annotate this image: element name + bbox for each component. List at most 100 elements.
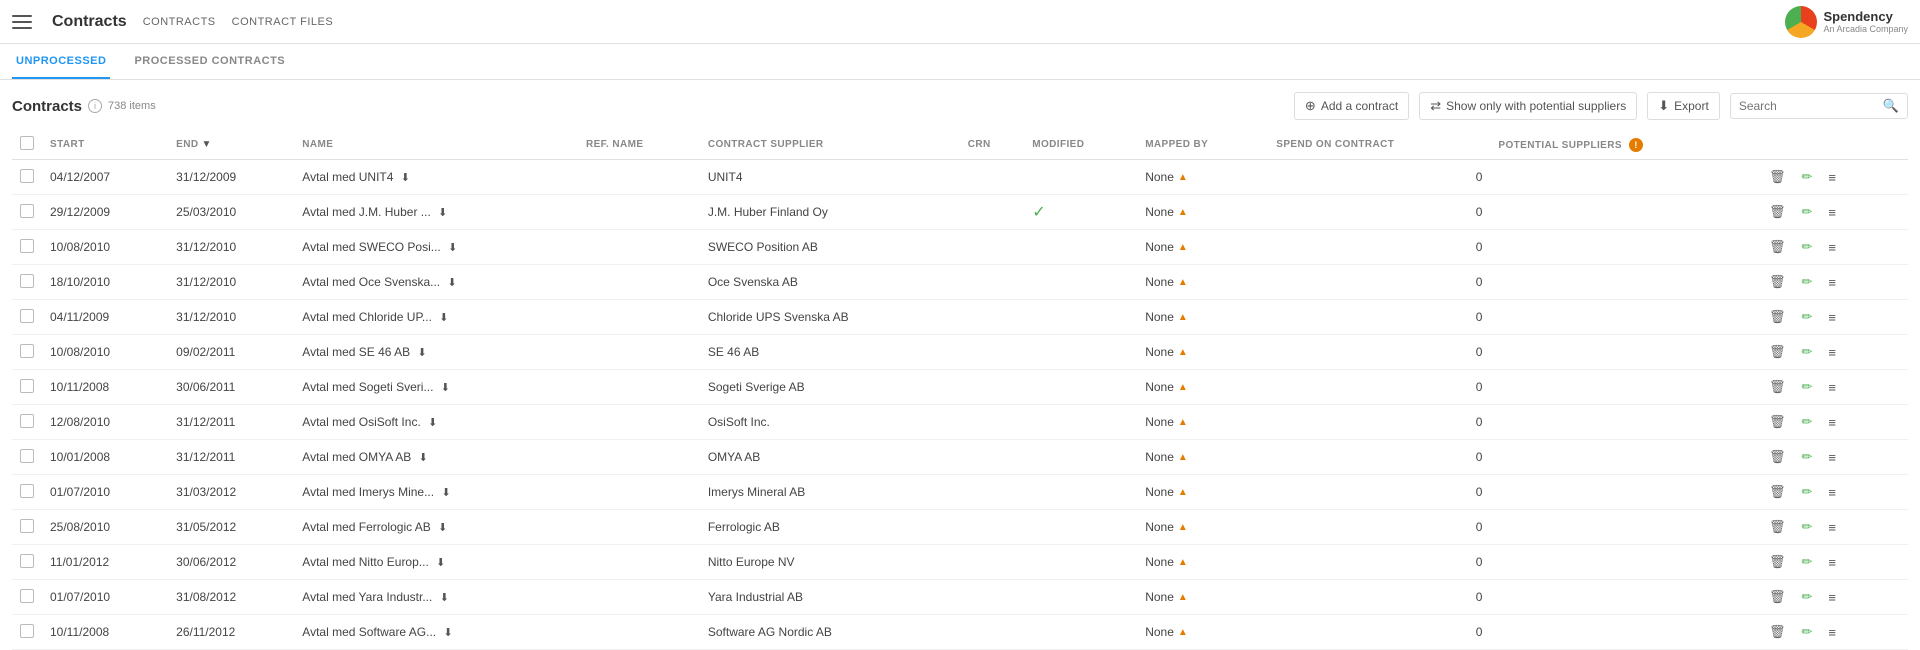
download-icon-1[interactable]: ⬇ [438,207,447,219]
potential-suppliers-info-icon[interactable]: ! [1629,138,1643,152]
row-filter-btn-9[interactable]: ≡ [1824,483,1840,502]
row-delete-btn-11[interactable]: 🗑 [1765,552,1790,572]
row-checkbox-7[interactable] [20,414,34,428]
row-edit-btn-10[interactable]: ✏ [1797,517,1816,537]
download-icon-2[interactable]: ⬇ [448,242,457,254]
row-edit-btn-5[interactable]: ✏ [1797,342,1816,362]
row-delete-btn-2[interactable]: 🗑 [1765,237,1790,257]
row-delete-btn-0[interactable]: 🗑 [1765,167,1790,187]
row-filter-btn-7[interactable]: ≡ [1824,413,1840,432]
row-delete-btn-10[interactable]: 🗑 [1765,517,1790,537]
row-crn-9 [960,475,1024,510]
select-all-checkbox[interactable] [20,136,34,150]
row-filter-btn-8[interactable]: ≡ [1824,448,1840,467]
row-edit-btn-4[interactable]: ✏ [1797,307,1816,327]
row-name-12: Avtal med Yara Industr... ⬇ [294,580,578,615]
hamburger-menu[interactable] [12,15,32,29]
row-start-1: 29/12/2009 [42,195,168,230]
download-icon-0[interactable]: ⬇ [401,172,410,184]
add-contract-button[interactable]: ⊕ Add a contract [1294,92,1409,120]
row-delete-btn-12[interactable]: 🗑 [1765,587,1790,607]
row-crn-2 [960,230,1024,265]
row-checkbox-11[interactable] [20,554,34,568]
table-row: 01/07/2010 31/08/2012 Avtal med Yara Ind… [12,580,1908,615]
row-potential-8 [1490,440,1757,475]
row-edit-btn-13[interactable]: ✏ [1797,622,1816,642]
row-mapped-8: None ▲ [1137,440,1268,475]
nav-contracts[interactable]: CONTRACTS [143,16,216,28]
row-filter-btn-13[interactable]: ≡ [1824,623,1840,642]
warning-icon-2: ▲ [1178,242,1188,253]
row-edit-btn-2[interactable]: ✏ [1797,237,1816,257]
row-filter-btn-2[interactable]: ≡ [1824,238,1840,257]
row-checkbox-6[interactable] [20,379,34,393]
download-icon-11[interactable]: ⬇ [436,557,445,569]
download-icon-9[interactable]: ⬇ [441,487,450,499]
row-checkbox-5[interactable] [20,344,34,358]
download-icon-10[interactable]: ⬇ [438,522,447,534]
row-checkbox-4[interactable] [20,309,34,323]
row-filter-btn-10[interactable]: ≡ [1824,518,1840,537]
row-delete-btn-7[interactable]: 🗑 [1765,412,1790,432]
row-edit-btn-7[interactable]: ✏ [1797,412,1816,432]
row-checkbox-12[interactable] [20,589,34,603]
nav-contract-files[interactable]: CONTRACT FILES [232,16,334,28]
row-edit-btn-6[interactable]: ✏ [1797,377,1816,397]
row-filter-btn-3[interactable]: ≡ [1824,273,1840,292]
filter-potential-suppliers-button[interactable]: ⇄ Show only with potential suppliers [1419,92,1637,120]
row-delete-btn-1[interactable]: 🗑 [1765,202,1790,222]
row-filter-btn-4[interactable]: ≡ [1824,308,1840,327]
row-delete-btn-13[interactable]: 🗑 [1765,622,1790,642]
row-supplier-5: SE 46 AB [700,335,960,370]
row-delete-btn-9[interactable]: 🗑 [1765,482,1790,502]
download-icon-13[interactable]: ⬇ [443,627,452,639]
row-filter-btn-1[interactable]: ≡ [1824,203,1840,222]
row-start-5: 10/08/2010 [42,335,168,370]
row-delete-btn-5[interactable]: 🗑 [1765,342,1790,362]
row-edit-btn-1[interactable]: ✏ [1797,202,1816,222]
row-filter-btn-0[interactable]: ≡ [1824,168,1840,187]
row-filter-btn-11[interactable]: ≡ [1824,553,1840,572]
row-checkbox-1[interactable] [20,204,34,218]
search-input[interactable] [1739,99,1879,113]
row-actions-4: 🗑 ✏ ≡ [1757,300,1908,335]
row-filter-btn-12[interactable]: ≡ [1824,588,1840,607]
row-checkbox-10[interactable] [20,519,34,533]
export-button[interactable]: ⬇ Export [1647,92,1720,120]
row-edit-btn-0[interactable]: ✏ [1797,167,1816,187]
row-edit-btn-9[interactable]: ✏ [1797,482,1816,502]
row-potential-5 [1490,335,1757,370]
row-edit-btn-3[interactable]: ✏ [1797,272,1816,292]
row-delete-btn-8[interactable]: 🗑 [1765,447,1790,467]
row-checkbox-3[interactable] [20,274,34,288]
row-mapped-13: None ▲ [1137,615,1268,650]
row-edit-btn-8[interactable]: ✏ [1797,447,1816,467]
col-modified: MODIFIED [1024,130,1137,160]
info-icon[interactable]: i [88,99,102,113]
row-edit-btn-12[interactable]: ✏ [1797,587,1816,607]
download-icon-6[interactable]: ⬇ [441,382,450,394]
download-icon-5[interactable]: ⬇ [417,347,426,359]
row-filter-btn-5[interactable]: ≡ [1824,343,1840,362]
row-checkbox-0[interactable] [20,169,34,183]
row-start-8: 10/01/2008 [42,440,168,475]
row-checkbox-8[interactable] [20,449,34,463]
tab-unprocessed[interactable]: UNPROCESSED [12,44,110,79]
row-edit-btn-11[interactable]: ✏ [1797,552,1816,572]
download-icon-8[interactable]: ⬇ [419,452,428,464]
warning-icon-6: ▲ [1178,382,1188,393]
row-delete-btn-3[interactable]: 🗑 [1765,272,1790,292]
tab-processed[interactable]: PROCESSED CONTRACTS [130,44,289,79]
col-end[interactable]: END▼ [168,130,294,160]
download-icon-4[interactable]: ⬇ [439,312,448,324]
download-icon-12[interactable]: ⬇ [440,592,449,604]
row-filter-btn-6[interactable]: ≡ [1824,378,1840,397]
row-checkbox-2[interactable] [20,239,34,253]
row-end-11: 30/06/2012 [168,545,294,580]
download-icon-7[interactable]: ⬇ [428,417,437,429]
download-icon-3[interactable]: ⬇ [447,277,456,289]
row-delete-btn-6[interactable]: 🗑 [1765,377,1790,397]
row-checkbox-13[interactable] [20,624,34,638]
row-delete-btn-4[interactable]: 🗑 [1765,307,1790,327]
row-checkbox-9[interactable] [20,484,34,498]
